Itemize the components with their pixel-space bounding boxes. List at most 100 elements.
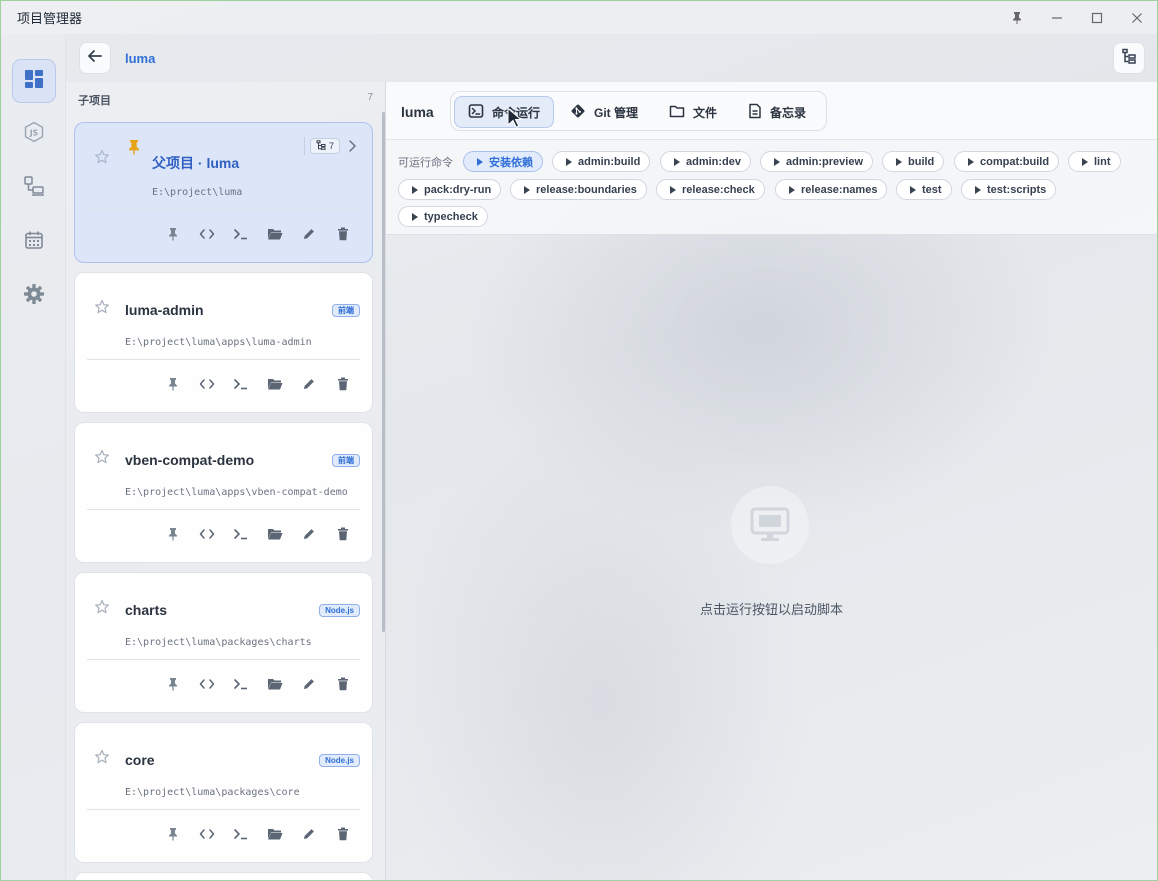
command-chip[interactable]: lint bbox=[1068, 151, 1121, 172]
card-divider bbox=[87, 809, 360, 810]
subproject-card[interactable] bbox=[74, 872, 373, 880]
delete-icon[interactable] bbox=[333, 224, 353, 244]
open-folder-icon[interactable] bbox=[265, 524, 285, 544]
command-chip[interactable]: release:boundaries bbox=[510, 179, 647, 200]
subtree-icon bbox=[316, 140, 326, 152]
delete-icon[interactable] bbox=[333, 674, 353, 694]
open-folder-icon[interactable] bbox=[265, 374, 285, 394]
play-icon bbox=[477, 157, 483, 166]
code-icon[interactable] bbox=[197, 674, 217, 694]
command-label: test:scripts bbox=[987, 183, 1047, 196]
command-chip[interactable]: admin:build bbox=[552, 151, 651, 172]
star-icon[interactable] bbox=[94, 449, 110, 470]
command-chip[interactable]: test:scripts bbox=[961, 179, 1057, 200]
open-folder-icon[interactable] bbox=[265, 224, 285, 244]
divider bbox=[304, 137, 305, 155]
command-chip[interactable]: release:check bbox=[656, 179, 765, 200]
svg-text:JS: JS bbox=[29, 128, 38, 137]
subproject-card[interactable]: core Node.js E:\project\luma\packages\co… bbox=[74, 722, 373, 863]
rail-item-dashboard[interactable] bbox=[12, 59, 56, 103]
play-icon bbox=[674, 157, 680, 166]
chevron-right-icon[interactable] bbox=[347, 139, 357, 158]
tab-label: Git 管理 bbox=[594, 105, 638, 120]
pin-icon[interactable] bbox=[163, 674, 183, 694]
pin-icon[interactable] bbox=[997, 1, 1037, 34]
minimize-icon[interactable] bbox=[1037, 1, 1077, 34]
edit-icon[interactable] bbox=[299, 224, 319, 244]
subproject-card[interactable]: vben-compat-demo 前端 E:\project\luma\apps… bbox=[74, 422, 373, 563]
command-chip[interactable]: admin:dev bbox=[660, 151, 752, 172]
tab-commands[interactable]: 命令运行 bbox=[454, 96, 555, 128]
pin-icon[interactable] bbox=[163, 374, 183, 394]
rail-item-devices[interactable] bbox=[12, 166, 56, 210]
tree-view-button[interactable] bbox=[1113, 42, 1145, 74]
gear-icon bbox=[23, 283, 45, 310]
code-icon[interactable] bbox=[197, 374, 217, 394]
pin-icon[interactable] bbox=[163, 224, 183, 244]
open-folder-icon[interactable] bbox=[265, 674, 285, 694]
play-icon bbox=[896, 157, 902, 166]
card-actions bbox=[163, 524, 353, 544]
breadcrumb[interactable]: luma bbox=[125, 51, 155, 66]
terminal-prompt-icon[interactable] bbox=[231, 674, 251, 694]
tab-notes[interactable]: 备忘录 bbox=[735, 96, 819, 128]
tab-git[interactable]: Git 管理 bbox=[557, 96, 651, 128]
parent-project-card[interactable]: 父项目 · luma 7 E:\project\luma bbox=[74, 122, 373, 263]
edit-icon[interactable] bbox=[299, 524, 319, 544]
terminal-prompt-icon[interactable] bbox=[231, 524, 251, 544]
subproject-card[interactable]: luma-admin 前端 E:\project\luma\apps\luma-… bbox=[74, 272, 373, 413]
card-divider bbox=[87, 509, 360, 510]
terminal-prompt-icon[interactable] bbox=[231, 824, 251, 844]
install-deps-chip[interactable]: 安装依赖 bbox=[463, 151, 543, 172]
rail-item-calendar[interactable] bbox=[12, 220, 56, 264]
pin-icon[interactable] bbox=[163, 524, 183, 544]
edit-icon[interactable] bbox=[299, 374, 319, 394]
command-chip[interactable]: typecheck bbox=[398, 206, 488, 227]
star-icon[interactable] bbox=[94, 599, 110, 620]
code-icon[interactable] bbox=[197, 524, 217, 544]
star-icon[interactable] bbox=[94, 749, 110, 770]
type-badge: 前端 bbox=[332, 304, 360, 317]
project-path: E:\project\luma\apps\vben-compat-demo bbox=[125, 487, 348, 498]
terminal-prompt-icon[interactable] bbox=[231, 224, 251, 244]
maximize-icon[interactable] bbox=[1077, 1, 1117, 34]
command-label: lint bbox=[1094, 155, 1111, 168]
delete-icon[interactable] bbox=[333, 824, 353, 844]
star-icon[interactable] bbox=[94, 299, 110, 320]
command-label: release:check bbox=[682, 183, 755, 196]
pin-icon[interactable] bbox=[163, 824, 183, 844]
js-icon: JS bbox=[23, 121, 45, 148]
tab-files[interactable]: 文件 bbox=[656, 96, 730, 128]
edit-icon[interactable] bbox=[299, 674, 319, 694]
delete-icon[interactable] bbox=[333, 524, 353, 544]
empty-state-icon bbox=[731, 486, 809, 564]
open-folder-icon[interactable] bbox=[265, 824, 285, 844]
star-icon[interactable] bbox=[94, 149, 110, 170]
subproject-card[interactable]: charts Node.js E:\project\luma\packages\… bbox=[74, 572, 373, 713]
close-icon[interactable] bbox=[1117, 1, 1157, 34]
rail-item-settings[interactable] bbox=[12, 274, 56, 318]
command-chip[interactable]: pack:dry-run bbox=[398, 179, 502, 200]
code-icon[interactable] bbox=[197, 224, 217, 244]
git-icon bbox=[570, 103, 586, 122]
command-chip[interactable]: release:names bbox=[775, 179, 888, 200]
project-title: luma bbox=[401, 104, 434, 120]
command-chip[interactable]: build bbox=[882, 151, 945, 172]
command-label: admin:preview bbox=[786, 155, 864, 168]
rail-item-js[interactable]: JS bbox=[12, 112, 56, 156]
code-icon[interactable] bbox=[197, 824, 217, 844]
edit-icon[interactable] bbox=[299, 824, 319, 844]
play-icon bbox=[412, 185, 418, 194]
type-badge: 前端 bbox=[332, 454, 360, 467]
command-chip[interactable]: admin:preview bbox=[760, 151, 874, 172]
terminal-prompt-icon[interactable] bbox=[231, 374, 251, 394]
child-count-badge[interactable]: 7 bbox=[310, 138, 341, 154]
scrollbar[interactable] bbox=[382, 112, 385, 632]
delete-icon[interactable] bbox=[333, 374, 353, 394]
project-name: core bbox=[125, 752, 155, 768]
nav-rail: JS bbox=[1, 34, 66, 880]
command-chip[interactable]: compat:build bbox=[954, 151, 1060, 172]
command-label: typecheck bbox=[424, 210, 478, 223]
back-button[interactable] bbox=[79, 42, 111, 74]
command-chip[interactable]: test bbox=[896, 179, 952, 200]
